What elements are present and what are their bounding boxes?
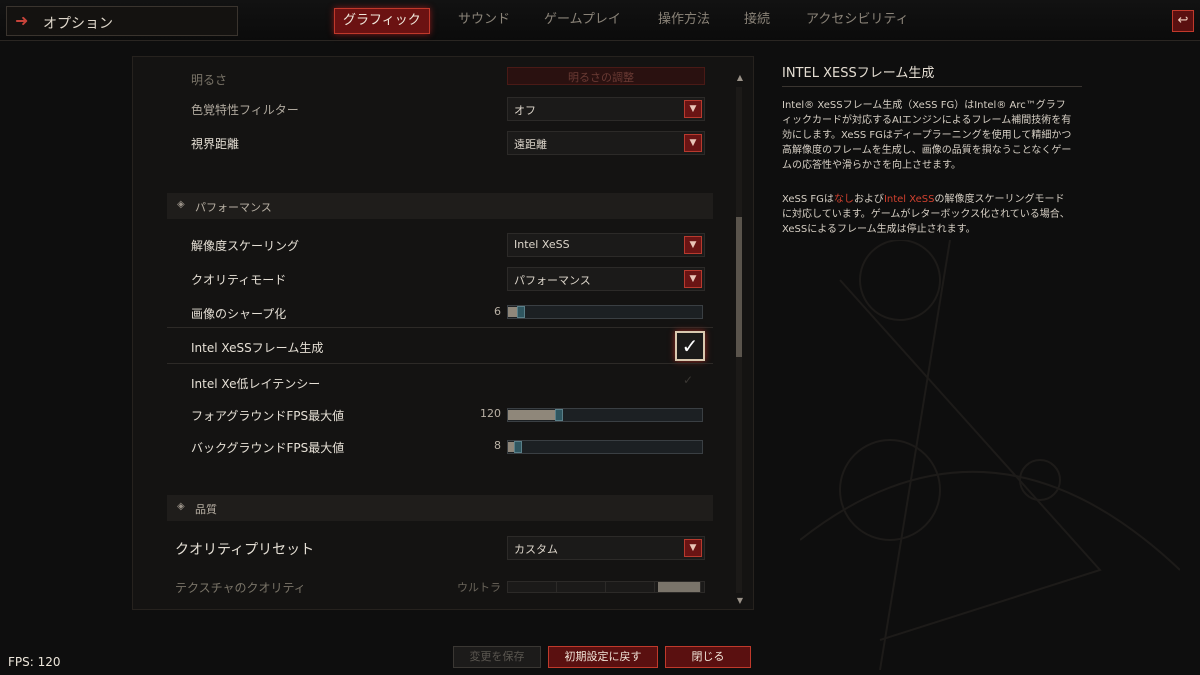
performance-section-header: ◈ パフォーマンス — [167, 193, 713, 219]
sharpening-value: 6 — [494, 305, 501, 318]
background-fps-label: バックグラウンドFPS最大値 — [191, 441, 345, 455]
resolution-scaling-label: 解像度スケーリング — [191, 239, 300, 253]
segment — [557, 582, 606, 592]
dropdown-arrow-icon: ▼ — [684, 134, 702, 152]
slider-handle[interactable] — [517, 306, 525, 318]
texture-quality-label: テクスチャのクオリティ — [175, 581, 306, 595]
segment — [606, 582, 655, 592]
quality-section-header: ◈ 品質 — [167, 495, 713, 521]
view-distance-label: 視界距離 — [191, 137, 240, 151]
top-bar: ➜ オプション グラフィック サウンド ゲームプレイ 操作方法 接続 アクセシビ… — [0, 0, 1200, 41]
dropdown-arrow-icon: ▼ — [684, 100, 702, 118]
texture-quality-segments[interactable] — [507, 581, 705, 593]
options-title-box: ➜ オプション — [6, 6, 238, 36]
quality-mode-label: クオリティモード — [191, 273, 287, 287]
dropdown-arrow-icon: ▼ — [684, 539, 702, 557]
frame-gen-label: Intel XeSSフレーム生成 — [191, 341, 324, 355]
info-note-text: XeSS FGは — [782, 194, 834, 205]
row-separator — [167, 327, 713, 328]
sharpening-label: 画像のシャープ化 — [191, 307, 287, 321]
low-latency-label: Intel Xe低レイテンシー — [191, 377, 321, 391]
info-note-highlight: Intel XeSS — [883, 194, 935, 205]
back-icon[interactable]: ↩ — [1172, 10, 1194, 32]
tab-graphics[interactable]: グラフィック — [334, 8, 430, 34]
quality-mode-dropdown[interactable]: パフォーマンス ▼ — [507, 267, 705, 291]
options-arrow-icon: ➜ — [15, 11, 29, 30]
close-button[interactable]: 閉じる — [665, 646, 751, 668]
color-filter-dropdown[interactable]: オフ ▼ — [507, 97, 705, 121]
tab-accessibility[interactable]: アクセシビリティ — [806, 8, 909, 32]
slider-handle[interactable] — [555, 409, 563, 421]
dropdown-arrow-icon: ▼ — [684, 270, 702, 288]
background-sigil — [800, 240, 1180, 670]
reset-defaults-button[interactable]: 初期設定に戻す — [548, 646, 658, 668]
scroll-down-icon[interactable]: ▼ — [734, 596, 746, 606]
tab-controls[interactable]: 操作方法 — [658, 8, 710, 32]
color-filter-label: 色覚特性フィルター — [191, 103, 299, 117]
resolution-scaling-dropdown[interactable]: Intel XeSS ▼ — [507, 233, 705, 257]
scrollbar-thumb[interactable] — [736, 217, 742, 357]
quality-preset-value: カスタム — [514, 543, 558, 556]
quality-preset-label: クオリティプリセット — [175, 542, 315, 558]
brightness-adjust-label: 明るさの調整 — [568, 71, 634, 84]
quality-mode-value: パフォーマンス — [514, 274, 591, 287]
segment — [508, 582, 557, 592]
info-divider — [782, 86, 1082, 87]
view-distance-dropdown[interactable]: 遠距離 ▼ — [507, 131, 705, 155]
brightness-adjust-button[interactable]: 明るさの調整 — [507, 67, 705, 85]
quality-preset-dropdown[interactable]: カスタム ▼ — [507, 536, 705, 560]
color-filter-value: オフ — [514, 104, 536, 117]
background-fps-value: 8 — [494, 439, 501, 452]
diamond-icon: ◈ — [177, 501, 185, 512]
brightness-label: 明るさ — [191, 73, 228, 87]
foreground-fps-slider[interactable] — [507, 408, 703, 422]
sharpening-slider[interactable] — [507, 305, 703, 319]
texture-quality-value: ウルトラ — [457, 581, 501, 594]
background-fps-slider[interactable] — [507, 440, 703, 454]
fps-counter: FPS: 120 — [8, 655, 61, 669]
tab-gameplay[interactable]: ゲームプレイ — [544, 8, 621, 32]
tab-sound[interactable]: サウンド — [458, 8, 510, 32]
info-description: Intel® XeSSフレーム生成（XeSS FG）はIntel® Arc™グラ… — [782, 100, 1072, 171]
info-note-text: および — [853, 194, 884, 205]
row-separator — [167, 363, 713, 364]
foreground-fps-label: フォアグラウンドFPS最大値 — [191, 409, 345, 423]
dropdown-arrow-icon: ▼ — [684, 236, 702, 254]
settings-panel: ▲ ▼ 明るさ 明るさの調整 色覚特性フィルター オフ ▼ 視界距離 遠距離 ▼… — [132, 56, 754, 610]
diamond-icon: ◈ — [177, 199, 185, 210]
slider-handle[interactable] — [514, 441, 522, 453]
slider-fill — [508, 307, 517, 317]
foreground-fps-value: 120 — [480, 407, 501, 420]
info-note: XeSS FGはなしおよびIntel XeSSの解像度スケーリングモードに対応し… — [782, 192, 1072, 237]
slider-fill — [508, 410, 555, 420]
tab-connection[interactable]: 接続 — [744, 8, 770, 32]
resolution-scaling-value: Intel XeSS — [514, 238, 570, 251]
quality-header-text: 品質 — [195, 503, 217, 516]
scroll-up-icon[interactable]: ▲ — [734, 73, 746, 83]
frame-gen-checkbox[interactable]: ✓ — [675, 331, 705, 361]
segment — [658, 582, 701, 592]
info-note-highlight: なし — [833, 194, 854, 205]
save-changes-button[interactable]: 変更を保存 — [453, 646, 541, 668]
performance-header-text: パフォーマンス — [195, 201, 272, 214]
low-latency-checkbox[interactable]: ✓ — [683, 373, 693, 387]
info-title: INTEL XESSフレーム生成 — [782, 66, 935, 81]
view-distance-value: 遠距離 — [514, 138, 547, 151]
options-title: オプション — [43, 16, 113, 32]
